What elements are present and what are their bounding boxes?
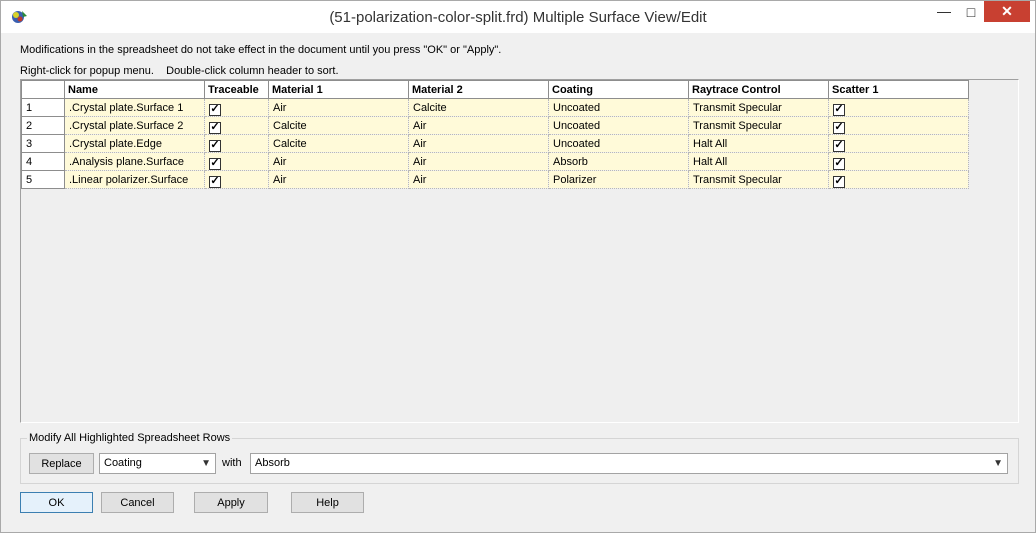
- checkbox[interactable]: ✓: [209, 104, 221, 116]
- cell-traceable[interactable]: ✓: [204, 170, 269, 189]
- row-number[interactable]: 4: [21, 152, 65, 171]
- cell-name[interactable]: .Crystal plate.Edge: [64, 134, 205, 153]
- cell-material-1[interactable]: Air: [268, 98, 409, 117]
- cell-name[interactable]: .Analysis plane.Surface: [64, 152, 205, 171]
- hint-right-click: Right-click for popup menu. Double-click…: [20, 65, 339, 77]
- column-header-material-2[interactable]: Material 2: [408, 80, 549, 99]
- surface-table: Name Traceable Material 1 Material 2 Coa…: [21, 80, 969, 189]
- cell-material-2[interactable]: Air: [408, 116, 549, 135]
- cell-traceable[interactable]: ✓: [204, 98, 269, 117]
- table-row[interactable]: 3 .Crystal plate.Edge ✓ Calcite Air Uncoated H…: [21, 134, 969, 153]
- field-select[interactable]: Coating ▼: [99, 453, 216, 474]
- spreadsheet[interactable]: Name Traceable Material 1 Material 2 Coa…: [20, 79, 1019, 423]
- modify-group-title: Modify All Highlighted Spreadsheet Rows: [27, 432, 233, 444]
- cell-coating[interactable]: Polarizer: [548, 170, 689, 189]
- cell-material-1[interactable]: Calcite: [268, 134, 409, 153]
- chevron-down-icon: ▼: [993, 458, 1003, 469]
- close-icon[interactable]: ✕: [984, 1, 1030, 22]
- cell-coating[interactable]: Uncoated: [548, 134, 689, 153]
- cell-traceable[interactable]: ✓: [204, 134, 269, 153]
- row-number[interactable]: 3: [21, 134, 65, 153]
- column-header-name[interactable]: Name: [64, 80, 205, 99]
- cell-coating[interactable]: Uncoated: [548, 116, 689, 135]
- column-header-raytrace-control[interactable]: Raytrace Control: [688, 80, 829, 99]
- cell-material-2[interactable]: Air: [408, 152, 549, 171]
- cell-material-1[interactable]: Air: [268, 170, 409, 189]
- cell-raytrace-control[interactable]: Transmit Specular: [688, 116, 829, 135]
- checkbox[interactable]: ✓: [209, 122, 221, 134]
- row-number[interactable]: 2: [21, 116, 65, 135]
- cell-coating[interactable]: Absorb: [548, 152, 689, 171]
- with-select-value: Absorb: [255, 457, 290, 469]
- table-row[interactable]: 1 .Crystal plate.Surface 1 ✓ Air Calcite Unco…: [21, 98, 969, 117]
- apply-button[interactable]: Apply: [194, 492, 268, 513]
- cell-name[interactable]: .Crystal plate.Surface 1: [64, 98, 205, 117]
- chevron-down-icon: ▼: [201, 458, 211, 469]
- help-button[interactable]: Help: [291, 492, 364, 513]
- cell-scatter-1[interactable]: ✓: [828, 152, 969, 171]
- checkbox[interactable]: ✓: [209, 176, 221, 188]
- cell-raytrace-control[interactable]: Transmit Specular: [688, 98, 829, 117]
- column-header-coating[interactable]: Coating: [548, 80, 689, 99]
- checkbox[interactable]: ✓: [833, 176, 845, 188]
- cell-traceable[interactable]: ✓: [204, 116, 269, 135]
- cell-material-2[interactable]: Calcite: [408, 98, 549, 117]
- maximize-icon[interactable]: □: [958, 1, 984, 23]
- replace-button[interactable]: Replace: [29, 453, 94, 474]
- cell-scatter-1[interactable]: ✓: [828, 98, 969, 117]
- cell-material-2[interactable]: Air: [408, 170, 549, 189]
- checkbox[interactable]: ✓: [833, 122, 845, 134]
- cell-raytrace-control[interactable]: Halt All: [688, 152, 829, 171]
- checkbox[interactable]: ✓: [833, 104, 845, 116]
- dialog-window: (51-polarization-color-split.frd) Multip…: [0, 0, 1036, 533]
- checkbox[interactable]: ✓: [209, 158, 221, 170]
- cell-name[interactable]: .Crystal plate.Surface 2: [64, 116, 205, 135]
- cell-raytrace-control[interactable]: Halt All: [688, 134, 829, 153]
- table-row[interactable]: 5 .Linear polarizer.Surface ✓ Air Air Polariz…: [21, 170, 969, 189]
- with-label: with: [222, 457, 242, 469]
- with-select[interactable]: Absorb ▼: [250, 453, 1008, 474]
- table-row[interactable]: 2 .Crystal plate.Surface 2 ✓ Calcite Air Unco…: [21, 116, 969, 135]
- cell-coating[interactable]: Uncoated: [548, 98, 689, 117]
- cell-scatter-1[interactable]: ✓: [828, 134, 969, 153]
- cancel-button[interactable]: Cancel: [101, 492, 174, 513]
- column-header-traceable[interactable]: Traceable: [204, 80, 269, 99]
- field-select-value: Coating: [104, 457, 142, 469]
- window-title: (51-polarization-color-split.frd) Multip…: [329, 9, 707, 26]
- corner-cell[interactable]: [21, 80, 65, 99]
- title-bar: (51-polarization-color-split.frd) Multip…: [1, 1, 1035, 33]
- cell-traceable[interactable]: ✓: [204, 152, 269, 171]
- cell-name[interactable]: .Linear polarizer.Surface: [64, 170, 205, 189]
- column-header-scatter-1[interactable]: Scatter 1: [828, 80, 969, 99]
- row-number[interactable]: 1: [21, 98, 65, 117]
- checkbox[interactable]: ✓: [833, 158, 845, 170]
- cell-material-1[interactable]: Air: [268, 152, 409, 171]
- cell-scatter-1[interactable]: ✓: [828, 170, 969, 189]
- header-row: Name Traceable Material 1 Material 2 Coa…: [21, 80, 969, 99]
- row-number[interactable]: 5: [21, 170, 65, 189]
- cell-scatter-1[interactable]: ✓: [828, 116, 969, 135]
- cell-material-1[interactable]: Calcite: [268, 116, 409, 135]
- ok-button[interactable]: OK: [20, 492, 93, 513]
- cell-raytrace-control[interactable]: Transmit Specular: [688, 170, 829, 189]
- checkbox[interactable]: ✓: [209, 140, 221, 152]
- minimize-icon[interactable]: —: [931, 1, 957, 23]
- column-header-material-1[interactable]: Material 1: [268, 80, 409, 99]
- checkbox[interactable]: ✓: [833, 140, 845, 152]
- cell-material-2[interactable]: Air: [408, 134, 549, 153]
- table-row[interactable]: 4 .Analysis plane.Surface ✓ Air Air Absorb Hal…: [21, 152, 969, 171]
- hint-modifications: Modifications in the spreadsheet do not …: [20, 44, 502, 56]
